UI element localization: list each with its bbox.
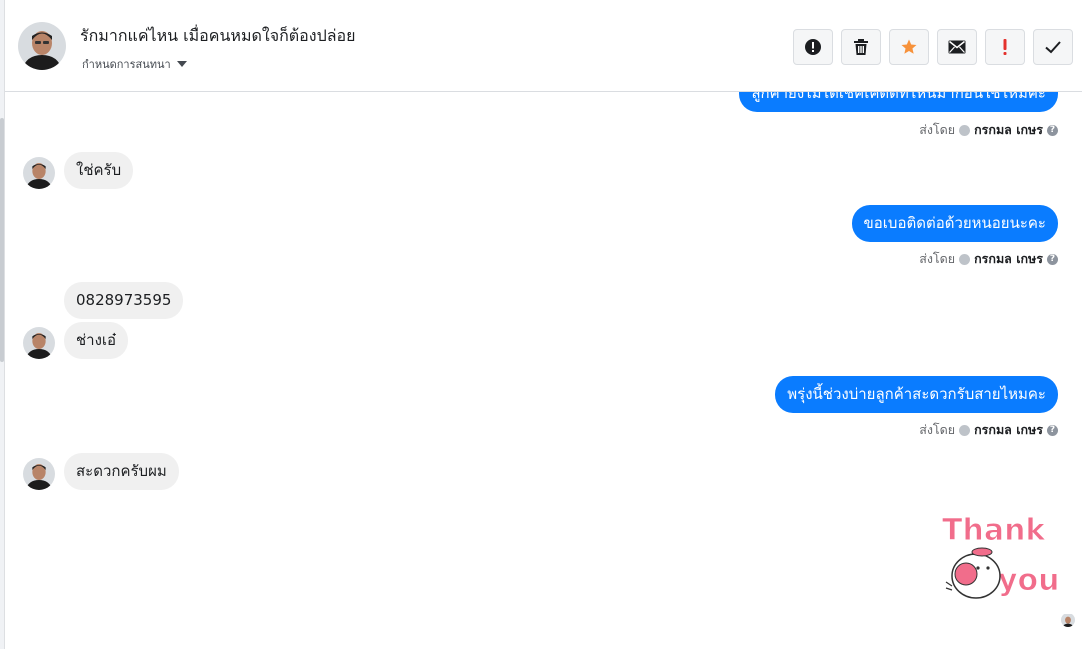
incoming-message: สะดวกครับผม <box>64 453 179 490</box>
conversation-schedule-dropdown[interactable]: กำหนดการสนทนา <box>82 55 187 73</box>
check-icon <box>1045 41 1061 54</box>
sent-by-line: ส่งโดย กรกมล เกษร ? <box>919 420 1058 440</box>
contact-avatar[interactable] <box>18 22 66 70</box>
incoming-message: ใช่ครับ <box>64 152 134 189</box>
sender-status-icon <box>959 253 971 265</box>
incoming-message-row: สะดวกครับผม <box>23 453 179 490</box>
sent-by-prefix: ส่งโดย <box>919 422 956 437</box>
contact-avatar-small[interactable] <box>23 327 55 359</box>
thank-you-sticker: Thank you <box>938 512 1064 614</box>
conversation-title: รักมากแค่ไหน เมื่อคนหมดใจก็ต้องปล่อย <box>80 26 356 45</box>
incoming-message-row: ช่างเอ๋ <box>23 322 129 359</box>
help-icon[interactable]: ? <box>1047 124 1058 136</box>
mail-icon <box>948 40 966 54</box>
header-actions <box>793 29 1073 65</box>
report-button[interactable] <box>793 29 833 65</box>
sender-status-icon <box>959 124 971 136</box>
star-icon <box>901 39 917 54</box>
sent-by-prefix: ส่งโดย <box>919 251 956 266</box>
contact-avatar-small[interactable] <box>23 458 55 490</box>
message-list[interactable]: ลูกค้ายังไม่ได้เช็คเค้ดดีที่ไหนมาก่อนใช่… <box>5 92 1082 649</box>
outgoing-message: พรุ่งนี้ช่วงบ่ายลูกค้าสะดวกรับสายไหมคะ <box>775 376 1058 413</box>
sticker-text-thank: Thank <box>942 513 1046 548</box>
contact-avatar-small[interactable] <box>23 157 55 189</box>
sender-name[interactable]: กรกมล เกษร <box>974 249 1043 269</box>
report-icon <box>805 39 821 55</box>
trash-icon <box>854 39 868 55</box>
help-icon[interactable]: ? <box>1047 424 1058 436</box>
seen-avatar <box>1061 613 1075 627</box>
incoming-message-row: ใช่ครับ <box>23 152 134 189</box>
caret-down-icon <box>176 61 187 67</box>
incoming-message-row: 0828973595 <box>64 282 184 319</box>
scrollbar-thumb[interactable] <box>0 118 4 362</box>
sticker-text-you: you <box>998 563 1060 598</box>
outgoing-message: ขอเบอติดต่อด้วยหนอยนะคะ <box>851 205 1058 242</box>
incoming-message: ช่างเอ๋ <box>64 322 129 359</box>
delete-button[interactable] <box>841 29 881 65</box>
conversation-header: รักมากแค่ไหน เมื่อคนหมดใจก็ต้องปล่อย กำห… <box>5 0 1082 92</box>
outgoing-message: ลูกค้ายังไม่ได้เช็คเค้ดดีที่ไหนมาก่อนใช่… <box>739 92 1058 112</box>
sender-name[interactable]: กรกมล เกษร <box>974 120 1043 140</box>
mark-unread-button[interactable] <box>937 29 977 65</box>
messenger-chat-window: รักมากแค่ไหน เมื่อคนหมดใจก็ต้องปล่อย กำห… <box>0 0 1082 649</box>
sent-by-line: ส่งโดย กรกมล เกษร ? <box>919 120 1058 140</box>
incoming-message: 0828973595 <box>64 282 184 319</box>
mark-important-button[interactable] <box>985 29 1025 65</box>
sent-by-prefix: ส่งโดย <box>919 122 956 137</box>
sender-status-icon <box>959 424 971 436</box>
help-icon[interactable]: ? <box>1047 253 1058 265</box>
sender-name[interactable]: กรกมล เกษร <box>974 420 1043 440</box>
mark-done-button[interactable] <box>1033 29 1073 65</box>
important-icon <box>1003 39 1007 55</box>
star-button[interactable] <box>889 29 929 65</box>
sent-by-line: ส่งโดย กรกมล เกษร ? <box>919 249 1058 269</box>
schedule-label: กำหนดการสนทนา <box>82 58 171 71</box>
